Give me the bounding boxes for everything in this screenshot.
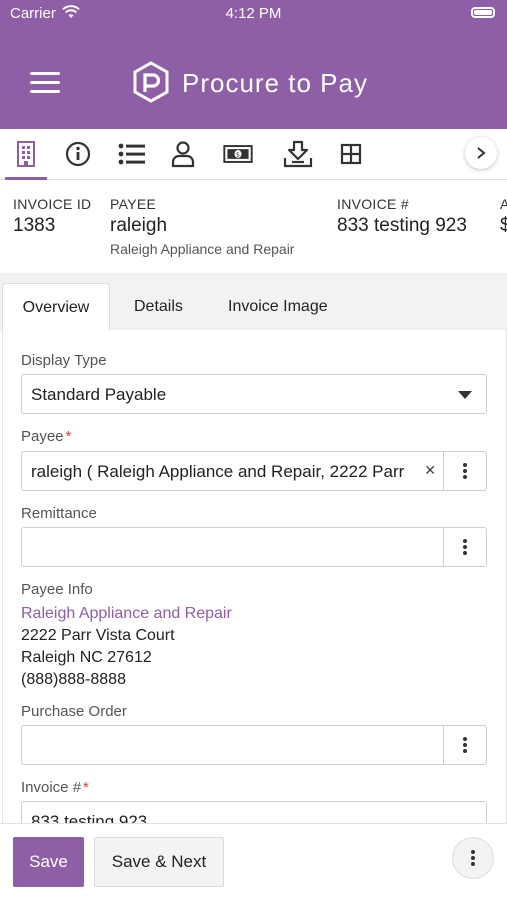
info-icon[interactable] bbox=[63, 139, 93, 169]
menu-icon[interactable] bbox=[30, 72, 60, 94]
display-type-select[interactable]: Standard Payable bbox=[21, 374, 487, 414]
grid-icon[interactable] bbox=[336, 139, 366, 169]
invoice-number-input[interactable]: 833 testing 923 bbox=[21, 801, 487, 823]
payee-company: Raleigh Appliance and Repair bbox=[110, 241, 295, 257]
section-icon-toolbar: $ bbox=[0, 129, 507, 180]
remittance-input[interactable] bbox=[21, 527, 487, 567]
payee-info-link[interactable]: Raleigh Appliance and Repair bbox=[21, 605, 232, 623]
more-vertical-icon bbox=[463, 735, 467, 755]
clear-icon[interactable]: ✕ bbox=[424, 462, 436, 479]
invoice-number-field-label: Invoice # * bbox=[21, 779, 89, 796]
tab-invoice-image[interactable]: Invoice Image bbox=[228, 283, 328, 331]
more-vertical-icon bbox=[463, 461, 467, 481]
display-type-value: Standard Payable bbox=[31, 385, 167, 404]
purchase-order-input[interactable] bbox=[21, 725, 487, 765]
list-icon[interactable] bbox=[117, 139, 147, 169]
status-time: 4:12 PM bbox=[225, 5, 282, 22]
save-button[interactable]: Save bbox=[13, 837, 84, 887]
footer-more-button[interactable] bbox=[452, 837, 494, 879]
app-header: Procure to Pay bbox=[0, 28, 507, 129]
payee-input-value: raleigh ( Raleigh Appliance and Repair, … bbox=[31, 462, 405, 481]
app-title: Procure to Pay bbox=[182, 68, 368, 98]
building-icon[interactable] bbox=[5, 139, 47, 180]
invoice-id-block: INVOICE ID 1383 bbox=[13, 196, 91, 237]
invoice-number-label: INVOICE # bbox=[337, 196, 409, 212]
invoice-number-block: INVOICE # 833 testing 923 bbox=[337, 196, 467, 237]
payee-phone: (888)888-8888 bbox=[21, 671, 126, 688]
invoice-id-label: INVOICE ID bbox=[13, 196, 92, 212]
battery-icon bbox=[471, 7, 495, 18]
more-vertical-icon bbox=[463, 537, 467, 557]
remittance-label: Remittance bbox=[21, 505, 97, 522]
tab-bar: Overview Details Invoice Image bbox=[0, 273, 507, 331]
tab-details[interactable]: Details bbox=[134, 283, 183, 331]
payee-more-button[interactable] bbox=[443, 452, 486, 490]
payee-field-label: Payee * bbox=[21, 428, 71, 445]
invoice-number-input-value: 833 testing 923 bbox=[31, 812, 148, 823]
payee-address-line1: 2222 Parr Vista Court bbox=[21, 627, 175, 644]
action-footer: Save Save & Next bbox=[0, 823, 507, 901]
payee-field-label-text: Payee bbox=[21, 428, 64, 445]
purchase-order-more-button[interactable] bbox=[443, 726, 486, 764]
payee-block: PAYEE raleigh Raleigh Appliance and Repa… bbox=[110, 196, 294, 257]
payee-info-label: Payee Info bbox=[21, 581, 93, 598]
payee-name: raleigh bbox=[110, 215, 168, 236]
payee-input[interactable]: raleigh ( Raleigh Appliance and Repair, … bbox=[21, 451, 487, 491]
status-bar: Carrier 4:12 PM bbox=[0, 0, 507, 28]
overview-form: Display Type Standard Payable Payee * ral… bbox=[2, 330, 507, 823]
app-logo-icon bbox=[132, 61, 170, 103]
more-vertical-icon bbox=[471, 848, 475, 868]
tab-overview[interactable]: Overview bbox=[2, 283, 110, 331]
invoice-id-value: 1383 bbox=[13, 215, 56, 236]
required-marker: * bbox=[83, 779, 89, 796]
invoice-number-field-label-text: Invoice # bbox=[21, 779, 82, 796]
chevron-right-icon[interactable] bbox=[465, 137, 497, 169]
invoice-summary: INVOICE ID 1383 PAYEE raleigh Raleigh Ap… bbox=[0, 180, 507, 274]
payee-label: PAYEE bbox=[110, 196, 157, 212]
save-next-button[interactable]: Save & Next bbox=[94, 837, 224, 887]
purchase-order-label: Purchase Order bbox=[21, 703, 127, 720]
amount-block-cut: A $ bbox=[500, 196, 507, 237]
amount-value: $ bbox=[500, 215, 507, 237]
user-icon[interactable] bbox=[168, 139, 198, 169]
dropdown-caret-icon bbox=[458, 391, 472, 399]
download-tray-icon[interactable] bbox=[283, 139, 313, 169]
money-icon[interactable]: $ bbox=[223, 139, 253, 169]
invoice-number-value: 833 testing 923 bbox=[337, 215, 467, 236]
payee-address-line2: Raleigh NC 27612 bbox=[21, 649, 152, 666]
display-type-label: Display Type bbox=[21, 352, 107, 369]
remittance-more-button[interactable] bbox=[443, 528, 486, 566]
amount-label: A bbox=[500, 196, 507, 212]
required-marker: * bbox=[65, 428, 72, 445]
svg-text:$: $ bbox=[236, 152, 240, 159]
